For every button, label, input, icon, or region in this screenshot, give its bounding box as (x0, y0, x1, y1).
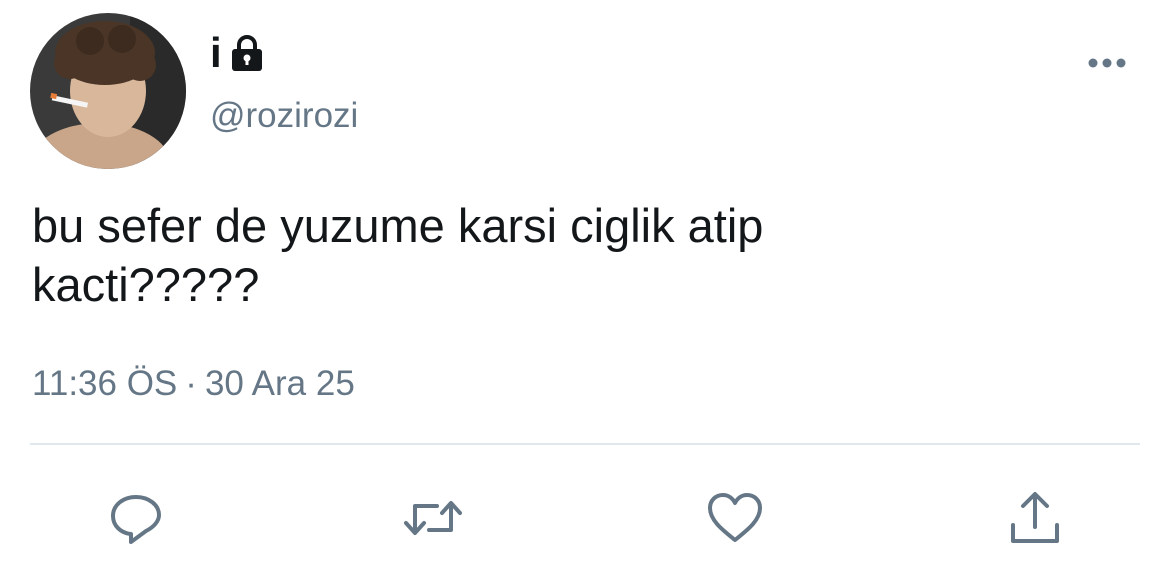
avatar-photo (30, 13, 186, 169)
display-name-row: i (210, 28, 266, 78)
retweet-button[interactable] (398, 483, 468, 553)
reply-icon (111, 495, 161, 544)
meta-separator: · (185, 364, 197, 403)
avatar[interactable] (30, 13, 186, 169)
tweet-time[interactable]: 11:36 ÖS (32, 364, 177, 403)
user-handle[interactable]: @rozirozi (210, 98, 358, 133)
tweet-date[interactable]: 30 Ara 25 (205, 364, 355, 403)
divider (30, 443, 1140, 445)
lock-icon (228, 34, 266, 72)
retweet-icon (404, 501, 462, 535)
heart-icon (708, 493, 762, 542)
tweet-text: bu sefer de yuzume karsi ciglik atip kac… (32, 199, 764, 311)
share-button[interactable] (1000, 483, 1070, 553)
tweet-meta: 11:36 ÖS · 30 Ara 25 (32, 364, 355, 404)
display-name[interactable]: i (210, 32, 222, 74)
tweet: i @rozirozi bu sefer de yuzume karsi cig… (0, 0, 1170, 572)
more-dots-icon[interactable] (1082, 48, 1132, 78)
like-button[interactable] (700, 483, 770, 553)
share-icon (1011, 492, 1059, 543)
reply-button[interactable] (101, 483, 171, 553)
